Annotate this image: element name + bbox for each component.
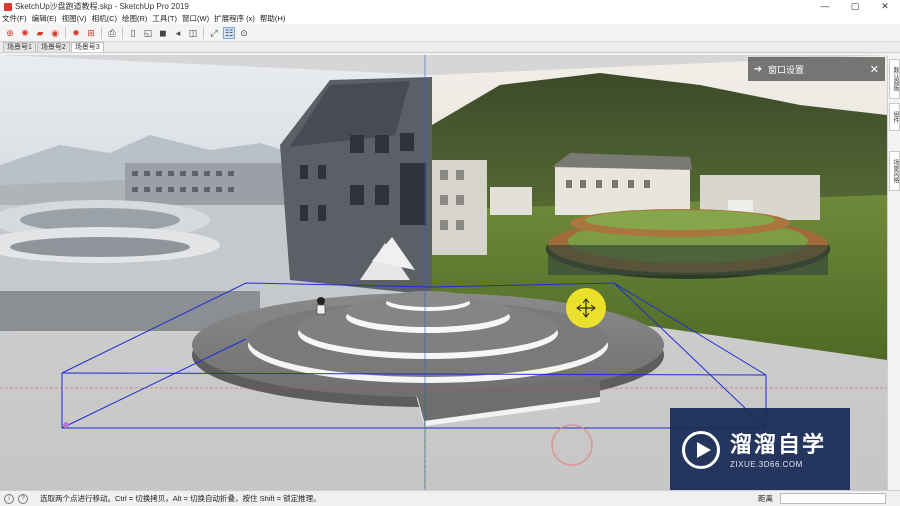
toolbar-divider <box>122 26 123 39</box>
title-bar: SketchUp沙盘跑道教程.skp - SketchUp Pro 2019 —… <box>0 0 900 13</box>
maximize-button[interactable]: ▢ <box>840 0 870 13</box>
tab-scene-1[interactable]: 场景号1 <box>3 42 36 52</box>
component-icon[interactable]: ⊞ <box>85 27 97 39</box>
position-camera-icon[interactable]: ☷ <box>223 26 235 39</box>
panel-close-icon[interactable]: ✕ <box>870 63 879 76</box>
section-plane-icon[interactable]: ▯ <box>127 27 139 39</box>
menu-help[interactable]: 帮助(H) <box>260 13 285 24</box>
minimize-button[interactable]: — <box>810 0 840 13</box>
walk-icon[interactable]: ⤢ <box>208 27 220 39</box>
folder-icon[interactable]: ▰ <box>34 27 46 39</box>
tray-tab-default[interactable]: 默认面板 <box>889 59 900 99</box>
measurements-label: 距离 <box>758 494 773 503</box>
toolbar-divider <box>101 26 102 39</box>
panel-title: 窗口设置 <box>768 64 805 75</box>
warehouse-icon[interactable]: ⊕ <box>4 27 16 39</box>
menu-draw[interactable]: 绘图(R) <box>122 13 147 24</box>
cut-icon[interactable]: ◂ <box>172 27 184 39</box>
sketchup-icon[interactable]: ◉ <box>49 27 61 39</box>
move-grip-point[interactable] <box>63 422 69 428</box>
lookaround-icon[interactable]: ⊙ <box>238 27 250 39</box>
sketchup-app-icon <box>4 2 12 11</box>
window-title: SketchUp沙盘跑道教程.skp - SketchUp Pro 2019 <box>15 2 189 11</box>
toolbar-divider <box>65 26 66 39</box>
menu-bar: 文件(F) 编辑(E) 视图(V) 相机(C) 绘图(R) 工具(T) 窗口(W… <box>0 13 900 24</box>
geolocation-icon[interactable]: i <box>4 493 14 504</box>
measurements-input[interactable] <box>780 493 886 504</box>
menu-file[interactable]: 文件(F) <box>2 13 27 24</box>
close-button[interactable]: ✕ <box>870 0 900 13</box>
watermark-brand: 溜溜自学 <box>730 431 827 457</box>
tab-scene-2[interactable]: 场景号2 <box>36 42 70 52</box>
cursor-highlight <box>566 288 606 328</box>
watermark-overlay: 溜溜自学 ZIXUE.3D66.COM <box>670 408 850 492</box>
paint-bucket-icon[interactable]: ◱ <box>142 27 154 39</box>
display-cut-icon[interactable]: ◫ <box>187 27 199 39</box>
menu-view[interactable]: 视图(V) <box>62 13 87 24</box>
print-icon[interactable]: ⎙ <box>106 27 118 39</box>
tab-scene-3[interactable]: 场景号3 <box>70 42 104 52</box>
menu-camera[interactable]: 相机(C) <box>92 13 117 24</box>
settings-icon[interactable]: ✹ <box>70 27 82 39</box>
display-section-icon[interactable]: ◼ <box>157 27 169 39</box>
window-settings-panel[interactable]: ➔ 窗口设置 ✕ <box>748 57 885 81</box>
menu-edit[interactable]: 编辑(E) <box>32 13 57 24</box>
toolbar: ⊕ ✺ ▰ ◉ ✹ ⊞ ⎙ ▯ ◱ ◼ ◂ ◫ ⤢ ☷ ⊙ <box>0 24 900 42</box>
scale-figure <box>316 297 326 315</box>
menu-window[interactable]: 窗口(W) <box>182 13 209 24</box>
tray-tab-styles[interactable]: 场景风格 <box>889 151 900 191</box>
winter-panorama-image <box>0 55 432 333</box>
play-logo-icon <box>682 431 720 469</box>
status-hint: 选取两个点进行移动。Ctrl = 切换拷贝，Alt = 切换自动折叠，按住 Sh… <box>40 494 321 503</box>
watermark-url: ZIXUE.3D66.COM <box>730 459 803 469</box>
scene-tabs: 场景号1 场景号2 场景号3 <box>0 42 900 53</box>
menu-extensions[interactable]: 扩展程序 (x) <box>214 13 255 24</box>
extension-icon[interactable]: ✺ <box>19 27 31 39</box>
toolbar-divider <box>203 26 204 39</box>
credits-icon[interactable]: ? <box>18 493 28 504</box>
menu-tools[interactable]: 工具(T) <box>152 13 177 24</box>
status-bar: i ? 选取两个点进行移动。Ctrl = 切换拷贝，Alt = 切换自动折叠，按… <box>0 490 900 506</box>
panel-arrow-icon[interactable]: ➔ <box>748 64 768 75</box>
tray-tab-components[interactable]: 组件 <box>889 103 900 131</box>
sketchup-window: SketchUp沙盘跑道教程.skp - SketchUp Pro 2019 —… <box>0 0 900 506</box>
default-tray-strip: 默认面板 组件 场景风格 <box>887 55 900 490</box>
